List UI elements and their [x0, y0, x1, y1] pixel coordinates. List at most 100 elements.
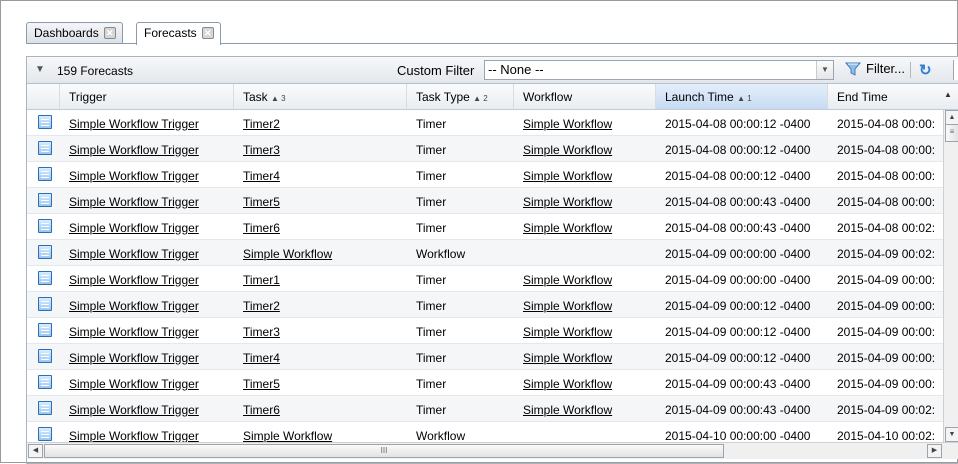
header-launch-time[interactable]: Launch Time ▲ 1: [656, 84, 828, 109]
cell-end-time: 2015-04-09 00:00:: [837, 299, 936, 313]
cell-launch-time: 2015-04-09 00:00:43 -0400: [665, 403, 811, 417]
cell-task[interactable]: Timer3: [243, 325, 403, 339]
table-row[interactable]: Simple Workflow Trigger Timer5 Timer Simple…: [27, 188, 943, 214]
table-row[interactable]: Simple Workflow Trigger Timer3 Timer Simple…: [27, 136, 943, 162]
cell-task[interactable]: Simple Workflow: [243, 247, 403, 261]
toolbar-overflow: [953, 60, 958, 80]
cell-trigger[interactable]: Simple Workflow Trigger: [69, 273, 229, 287]
forecast-record-icon[interactable]: [38, 427, 52, 441]
scroll-left-icon[interactable]: ◀: [28, 444, 43, 458]
forecast-record-icon[interactable]: [38, 401, 52, 415]
forecast-record-icon[interactable]: [38, 349, 52, 363]
cell-trigger[interactable]: Simple Workflow Trigger: [69, 351, 229, 365]
cell-trigger[interactable]: Simple Workflow Trigger: [69, 195, 229, 209]
table-row[interactable]: Simple Workflow Trigger Timer3 Timer Simple…: [27, 318, 943, 344]
table-body: Simple Workflow Trigger Timer2 Timer Simple…: [27, 110, 943, 442]
forecast-record-icon[interactable]: [38, 297, 52, 311]
forecast-record-icon[interactable]: [38, 219, 52, 233]
vertical-scrollbar[interactable]: ▲ ≡ ▼: [943, 110, 958, 442]
cell-task[interactable]: Timer5: [243, 195, 403, 209]
forecast-record-icon[interactable]: [38, 323, 52, 337]
scroll-thumb[interactable]: ≡: [945, 124, 958, 142]
cell-end-time: 2015-04-08 00:00:: [837, 169, 936, 183]
custom-filter-select[interactable]: -- None -- ▼: [484, 60, 834, 80]
cell-workflow[interactable]: Simple Workflow: [523, 273, 653, 287]
cell-trigger[interactable]: Simple Workflow Trigger: [69, 429, 229, 442]
scroll-thumb[interactable]: III: [44, 444, 724, 458]
table-row[interactable]: Simple Workflow Trigger Timer2 Timer Simple…: [27, 110, 943, 136]
cell-task[interactable]: Timer2: [243, 299, 403, 313]
cell-trigger[interactable]: Simple Workflow Trigger: [69, 117, 229, 131]
cell-task[interactable]: Timer6: [243, 403, 403, 417]
header-label: Task Type: [416, 90, 470, 104]
table-row[interactable]: Simple Workflow Trigger Simple Workflow Wo…: [27, 422, 943, 442]
scroll-up-icon[interactable]: ▲: [945, 110, 958, 125]
cell-workflow[interactable]: Simple Workflow: [523, 221, 653, 235]
header-workflow[interactable]: Workflow: [514, 84, 656, 109]
chevron-down-icon[interactable]: ▼: [816, 61, 833, 79]
cell-trigger[interactable]: Simple Workflow Trigger: [69, 377, 229, 391]
forecast-record-icon[interactable]: [38, 375, 52, 389]
horizontal-scrollbar[interactable]: ◀ III ▶: [27, 442, 958, 459]
cell-trigger[interactable]: Simple Workflow Trigger: [69, 169, 229, 183]
table-row[interactable]: Simple Workflow Trigger Timer5 Timer Simple…: [27, 370, 943, 396]
cell-task-type: Timer: [416, 143, 447, 157]
table-row[interactable]: Simple Workflow Trigger Simple Workflow Wo…: [27, 240, 943, 266]
cell-launch-time: 2015-04-09 00:00:12 -0400: [665, 299, 811, 313]
cell-workflow[interactable]: Simple Workflow: [523, 325, 653, 339]
header-task[interactable]: Task ▲ 3: [234, 84, 407, 109]
close-icon[interactable]: ✕: [103, 27, 116, 39]
table-row[interactable]: Simple Workflow Trigger Timer4 Timer Simple…: [27, 344, 943, 370]
forecast-record-icon[interactable]: [38, 271, 52, 285]
cell-task-type: Timer: [416, 117, 447, 131]
cell-task[interactable]: Timer6: [243, 221, 403, 235]
cell-workflow[interactable]: Simple Workflow: [523, 169, 653, 183]
scroll-right-icon[interactable]: ▶: [927, 444, 942, 458]
table-row[interactable]: Simple Workflow Trigger Timer1 Timer Simple…: [27, 266, 943, 292]
cell-workflow[interactable]: Simple Workflow: [523, 351, 653, 365]
forecast-record-icon[interactable]: [38, 115, 52, 129]
cell-trigger[interactable]: Simple Workflow Trigger: [69, 221, 229, 235]
header-task-type[interactable]: Task Type ▲ 2: [407, 84, 514, 109]
refresh-icon[interactable]: ↻: [919, 61, 932, 79]
cell-task[interactable]: Timer3: [243, 143, 403, 157]
cell-launch-time: 2015-04-08 00:00:12 -0400: [665, 169, 811, 183]
forecast-record-icon[interactable]: [38, 141, 52, 155]
table-row[interactable]: Simple Workflow Trigger Timer6 Timer Simple…: [27, 214, 943, 240]
cell-task[interactable]: Timer5: [243, 377, 403, 391]
tab-forecasts[interactable]: Forecasts ✕: [136, 22, 221, 45]
cell-trigger[interactable]: Simple Workflow Trigger: [69, 247, 229, 261]
cell-trigger[interactable]: Simple Workflow Trigger: [69, 403, 229, 417]
header-trigger[interactable]: Trigger: [60, 84, 234, 109]
header-end-time[interactable]: End Time: [828, 84, 958, 109]
tab-dashboards[interactable]: Dashboards ✕: [26, 22, 123, 43]
forecast-record-icon[interactable]: [38, 167, 52, 181]
table-row[interactable]: Simple Workflow Trigger Timer2 Timer Simple…: [27, 292, 943, 318]
cell-launch-time: 2015-04-09 00:00:12 -0400: [665, 325, 811, 339]
chevron-down-icon[interactable]: ▼: [35, 64, 45, 75]
table-row[interactable]: Simple Workflow Trigger Timer6 Timer Simple…: [27, 396, 943, 422]
cell-workflow[interactable]: Simple Workflow: [523, 195, 653, 209]
close-icon[interactable]: ✕: [201, 27, 214, 39]
cell-workflow[interactable]: Simple Workflow: [523, 377, 653, 391]
cell-trigger[interactable]: Simple Workflow Trigger: [69, 143, 229, 157]
tab-label: Forecasts: [144, 26, 197, 40]
cell-workflow[interactable]: Simple Workflow: [523, 143, 653, 157]
cell-workflow[interactable]: Simple Workflow: [523, 403, 653, 417]
table-header: Trigger Task ▲ 3 Task Type ▲ 2 Workflow …: [27, 84, 958, 110]
cell-workflow[interactable]: Simple Workflow: [523, 299, 653, 313]
cell-task[interactable]: Timer4: [243, 351, 403, 365]
filter-button[interactable]: Filter...: [845, 61, 905, 76]
cell-task-type: Timer: [416, 221, 447, 235]
cell-trigger[interactable]: Simple Workflow Trigger: [69, 299, 229, 313]
table-row[interactable]: Simple Workflow Trigger Timer4 Timer Simple…: [27, 162, 943, 188]
cell-task[interactable]: Timer1: [243, 273, 403, 287]
cell-workflow[interactable]: Simple Workflow: [523, 117, 653, 131]
cell-task[interactable]: Timer2: [243, 117, 403, 131]
cell-task[interactable]: Simple Workflow: [243, 429, 403, 442]
cell-trigger[interactable]: Simple Workflow Trigger: [69, 325, 229, 339]
forecast-record-icon[interactable]: [38, 193, 52, 207]
forecast-record-icon[interactable]: [38, 245, 52, 259]
scroll-down-icon[interactable]: ▼: [945, 427, 958, 442]
cell-task[interactable]: Timer4: [243, 169, 403, 183]
